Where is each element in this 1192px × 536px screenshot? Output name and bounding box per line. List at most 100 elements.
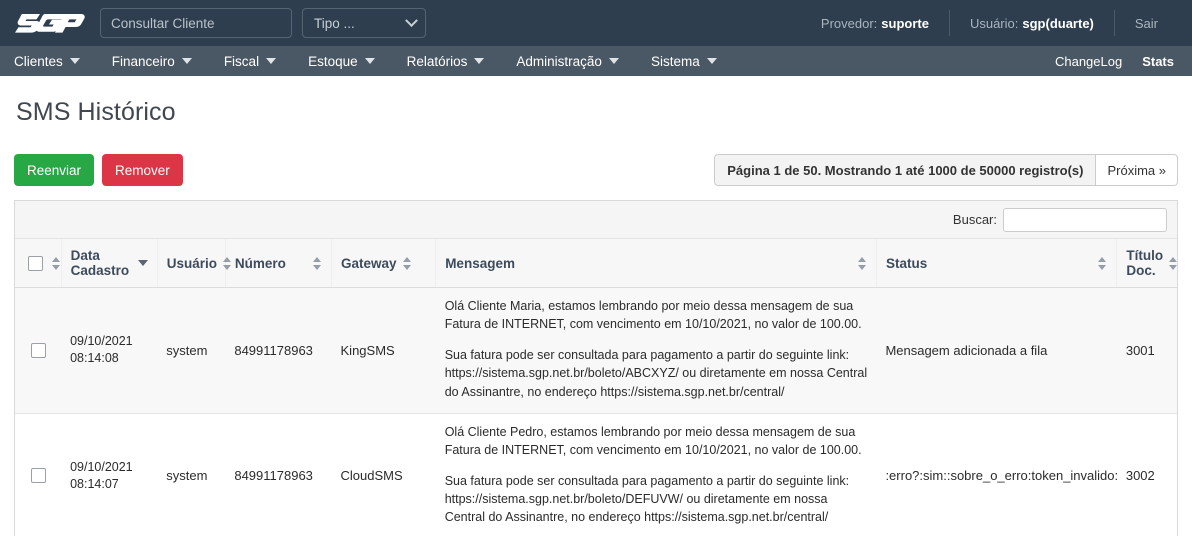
column-header-label: Gateway bbox=[341, 256, 397, 271]
row-select-cell[interactable] bbox=[15, 288, 61, 414]
sms-history-table: Data Cadastro Usuário Número bbox=[15, 239, 1177, 536]
nav-item-fiscal[interactable]: Fiscal bbox=[222, 54, 292, 69]
consultar-cliente-input[interactable] bbox=[100, 8, 292, 38]
row-select-checkbox[interactable] bbox=[31, 343, 46, 358]
buscar-input[interactable] bbox=[1003, 208, 1167, 232]
column-header-usuario[interactable]: Usuário bbox=[157, 239, 225, 288]
cell-numero: 84991178963 bbox=[225, 413, 331, 536]
column-header-status[interactable]: Status bbox=[876, 239, 1116, 288]
chevron-down-icon bbox=[707, 58, 717, 64]
nav-link-changelog[interactable]: ChangeLog bbox=[1055, 54, 1122, 69]
cell-gateway: CloudSMS bbox=[332, 413, 436, 536]
top-header-bar: Tipo ... Provedor: suporte Usuário: sgp(… bbox=[0, 0, 1192, 46]
sort-updown-icon bbox=[313, 257, 322, 270]
cell-status: Mensagem adicionada a fila bbox=[876, 288, 1116, 414]
table-panel: Buscar: Data Cadas bbox=[14, 200, 1178, 536]
pagination-info: Página 1 de 50. Mostrando 1 até 1000 de … bbox=[714, 154, 1096, 186]
nav-item-financeiro[interactable]: Financeiro bbox=[110, 54, 208, 69]
table-head: Data Cadastro Usuário Número bbox=[15, 239, 1177, 288]
nav-item-label: Financeiro bbox=[112, 54, 175, 69]
pagination-next-button[interactable]: Próxima » bbox=[1096, 154, 1178, 186]
sort-updown-icon bbox=[1169, 257, 1178, 270]
data-cadastro-date: 09/10/2021 bbox=[70, 333, 148, 350]
mensagem-paragraph-2: Sua fatura pode ser consultada para paga… bbox=[445, 472, 868, 526]
cell-data-cadastro: 09/10/2021 08:14:08 bbox=[61, 288, 157, 414]
cell-usuario: system bbox=[157, 288, 225, 414]
buscar-label: Buscar: bbox=[953, 212, 997, 227]
nav-item-label: Relatórios bbox=[407, 54, 468, 69]
column-header-numero[interactable]: Número bbox=[225, 239, 331, 288]
user-label: Usuário: bbox=[970, 16, 1018, 31]
column-header-gateway[interactable]: Gateway bbox=[332, 239, 436, 288]
cell-titulo-doc: 3002 bbox=[1117, 413, 1177, 536]
chevron-down-icon bbox=[182, 58, 192, 64]
nav-item-label: Fiscal bbox=[224, 54, 259, 69]
sort-updown-icon bbox=[52, 257, 61, 270]
column-header-data-cadastro[interactable]: Data Cadastro bbox=[61, 239, 157, 288]
cell-numero: 84991178963 bbox=[225, 288, 331, 414]
cell-mensagem: Olá Cliente Maria, estamos lembrando por… bbox=[436, 288, 877, 414]
chevron-down-icon bbox=[365, 58, 375, 64]
nav-item-label: Clientes bbox=[14, 54, 63, 69]
column-header-label: Número bbox=[235, 256, 286, 271]
column-header-label: Mensagem bbox=[445, 256, 515, 271]
table-row: 09/10/2021 08:14:08 system 84991178963 K… bbox=[15, 288, 1177, 414]
data-cadastro-date: 09/10/2021 bbox=[70, 459, 148, 476]
cell-mensagem: Olá Cliente Pedro, estamos lembrando por… bbox=[436, 413, 877, 536]
sort-updown-icon bbox=[403, 257, 412, 270]
provider-label: Provedor: bbox=[821, 16, 877, 31]
logout-link[interactable]: Sair bbox=[1115, 10, 1178, 36]
table-toolbar: Buscar: bbox=[15, 201, 1177, 239]
cell-gateway: KingSMS bbox=[332, 288, 436, 414]
chevron-down-icon bbox=[609, 58, 619, 64]
nav-link-stats[interactable]: Stats bbox=[1142, 54, 1174, 69]
nav-item-label: Administração bbox=[516, 54, 602, 69]
top-right-info: Provedor: suporte Usuário: sgp(duarte) S… bbox=[801, 0, 1178, 46]
sort-descending-icon bbox=[138, 260, 148, 266]
select-all-checkbox[interactable] bbox=[28, 256, 43, 271]
remover-button[interactable]: Remover bbox=[102, 154, 183, 186]
sort-updown-icon bbox=[1098, 257, 1107, 270]
nav-item-administracao[interactable]: Administração bbox=[514, 54, 635, 69]
reenviar-button[interactable]: Reenviar bbox=[14, 154, 94, 186]
column-header-titulo-doc[interactable]: Título Doc. bbox=[1117, 239, 1177, 288]
sort-updown-icon bbox=[223, 257, 232, 270]
cell-titulo-doc: 3001 bbox=[1117, 288, 1177, 414]
column-header-mensagem[interactable]: Mensagem bbox=[436, 239, 877, 288]
tipo-select-label: Tipo ... bbox=[314, 16, 355, 31]
tipo-select[interactable]: Tipo ... bbox=[302, 8, 426, 38]
data-cadastro-time: 08:14:07 bbox=[70, 476, 148, 493]
row-select-cell[interactable] bbox=[15, 413, 61, 536]
nav-item-estoque[interactable]: Estoque bbox=[306, 54, 391, 69]
user-info: Usuário: sgp(duarte) bbox=[950, 10, 1114, 36]
sgp-logo[interactable] bbox=[14, 8, 86, 38]
provider-value: suporte bbox=[881, 16, 929, 31]
nav-item-label: Sistema bbox=[651, 54, 700, 69]
page-content: SMS Histórico Reenviar Remover Página 1 … bbox=[0, 98, 1192, 536]
cell-usuario: system bbox=[157, 413, 225, 536]
column-header-label: Data Cadastro bbox=[71, 248, 132, 278]
column-header-label: Status bbox=[886, 256, 927, 271]
cell-data-cadastro: 09/10/2021 08:14:07 bbox=[61, 413, 157, 536]
mensagem-paragraph-1: Olá Cliente Pedro, estamos lembrando por… bbox=[445, 423, 868, 459]
nav-right-links: ChangeLog Stats bbox=[1055, 54, 1180, 69]
row-select-checkbox[interactable] bbox=[31, 468, 46, 483]
chevron-down-icon bbox=[266, 58, 276, 64]
user-value: sgp(duarte) bbox=[1022, 16, 1094, 31]
table-body: 09/10/2021 08:14:08 system 84991178963 K… bbox=[15, 288, 1177, 536]
table-row: 09/10/2021 08:14:07 system 84991178963 C… bbox=[15, 413, 1177, 536]
nav-item-clientes[interactable]: Clientes bbox=[12, 54, 96, 69]
column-header-select-all[interactable] bbox=[15, 239, 61, 288]
cell-status: :erro?:sim::sobre_o_erro:token_invalido: bbox=[876, 413, 1116, 536]
chevron-down-icon bbox=[474, 58, 484, 64]
page-title: SMS Histórico bbox=[16, 98, 1178, 127]
column-header-label: Título Doc. bbox=[1126, 248, 1163, 278]
nav-item-relatorios[interactable]: Relatórios bbox=[405, 54, 501, 69]
column-header-label: Usuário bbox=[167, 256, 217, 271]
sort-updown-icon bbox=[858, 257, 867, 270]
chevron-down-icon bbox=[405, 14, 418, 27]
nav-item-sistema[interactable]: Sistema bbox=[649, 54, 733, 69]
logout-label: Sair bbox=[1135, 16, 1158, 31]
main-navigation-bar: Clientes Financeiro Fiscal Estoque Relat… bbox=[0, 46, 1192, 76]
provider-info: Provedor: suporte bbox=[801, 10, 949, 36]
